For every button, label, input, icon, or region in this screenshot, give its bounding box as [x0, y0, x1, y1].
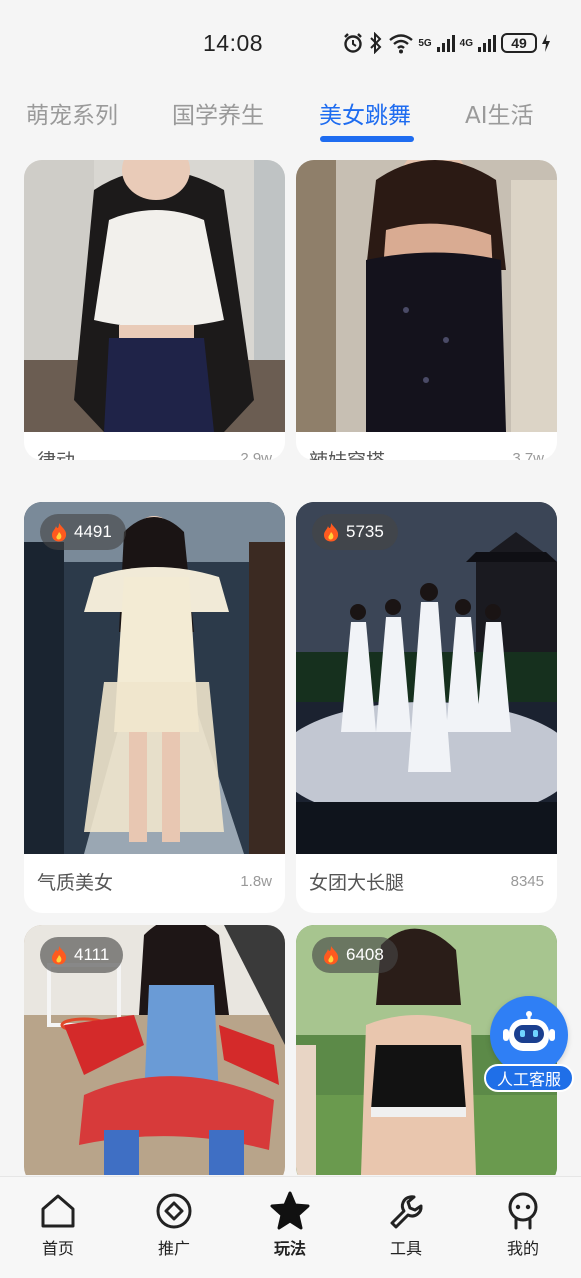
video-thumbnail: 4491	[24, 502, 285, 854]
customer-service-button[interactable]: 人工客服	[484, 996, 574, 1094]
tab-ai-life[interactable]: AI生活	[465, 96, 534, 130]
video-thumbnail	[296, 160, 557, 432]
video-thumbnail	[24, 160, 285, 432]
nav-promote-label: 推广	[157, 1239, 190, 1258]
battery-indicator: 49	[501, 33, 537, 53]
video-card[interactable]: 5735 女团大长腿 8345	[296, 502, 557, 913]
network-5g-label: 5G	[418, 37, 432, 49]
card-title: 气质美女	[37, 872, 114, 894]
flame-icon	[52, 946, 67, 965]
video-card[interactable]: 律动 2.9w	[24, 160, 285, 460]
tab-dance[interactable]: 美女跳舞	[319, 96, 411, 130]
signal-5g-icon	[436, 35, 455, 52]
heat-badge: 6408	[312, 937, 398, 973]
card-count: 2.9w	[240, 450, 272, 460]
charging-icon	[542, 34, 550, 52]
home-icon	[41, 1194, 75, 1228]
video-thumbnail: 5735	[296, 502, 557, 854]
nav-play[interactable]: 玩法	[250, 1191, 330, 1259]
tab-wellness[interactable]: 国学养生	[172, 96, 264, 130]
active-tab-indicator	[320, 136, 414, 142]
alarm-icon	[344, 33, 363, 53]
robot-icon	[490, 996, 568, 1074]
customer-service-label: 人工客服	[484, 1064, 574, 1092]
bottom-nav: 首页 推广 玩法 工具 我的	[0, 1176, 581, 1278]
heat-badge: 4111	[40, 937, 124, 973]
star-icon	[270, 1191, 310, 1230]
profile-icon	[508, 1192, 538, 1230]
status-time: 14:08	[203, 30, 264, 56]
card-title: 律动	[37, 446, 75, 460]
flame-icon	[324, 946, 339, 965]
flame-icon	[52, 523, 67, 542]
heat-count: 4111	[74, 945, 110, 964]
heat-count: 5735	[346, 522, 384, 541]
status-bar: 14:08 5G 4G 49	[0, 0, 581, 88]
card-count: 3.7w	[512, 450, 544, 460]
video-card[interactable]: 4491 气质美女 1.8w	[24, 502, 285, 913]
video-card[interactable]: 4111	[24, 925, 285, 1175]
heat-badge: 5735	[312, 514, 398, 550]
network-4g-label: 4G	[459, 37, 473, 49]
category-tabs: 萌宠系列 国学养生 美女跳舞 AI生活	[0, 88, 581, 148]
signal-4g-icon	[478, 35, 496, 52]
heat-count: 4491	[74, 522, 112, 541]
nav-home[interactable]: 首页	[18, 1191, 98, 1259]
card-count: 1.8w	[240, 873, 272, 890]
wifi-icon	[389, 34, 414, 54]
promote-icon	[156, 1193, 192, 1229]
card-title: 辣妹穿搭	[309, 446, 385, 460]
heat-count: 6408	[346, 945, 384, 964]
card-title: 女团大长腿	[309, 872, 405, 894]
nav-profile-label: 我的	[506, 1239, 539, 1258]
video-card[interactable]: 辣妹穿搭 3.7w	[296, 160, 557, 460]
wrench-icon	[390, 1195, 423, 1229]
nav-profile[interactable]: 我的	[483, 1191, 563, 1259]
video-thumbnail: 4111	[24, 925, 285, 1175]
nav-tools[interactable]: 工具	[366, 1191, 446, 1259]
nav-promote[interactable]: 推广	[134, 1191, 214, 1259]
flame-icon	[324, 523, 339, 542]
tab-pets[interactable]: 萌宠系列	[26, 96, 118, 130]
card-count: 8345	[510, 873, 544, 890]
nav-tools-label: 工具	[389, 1239, 422, 1258]
nav-home-label: 首页	[41, 1239, 74, 1258]
nav-play-label: 玩法	[273, 1239, 306, 1258]
bluetooth-icon	[370, 32, 382, 54]
heat-badge: 4491	[40, 514, 126, 550]
status-icons: 5G 4G 49	[342, 30, 551, 56]
